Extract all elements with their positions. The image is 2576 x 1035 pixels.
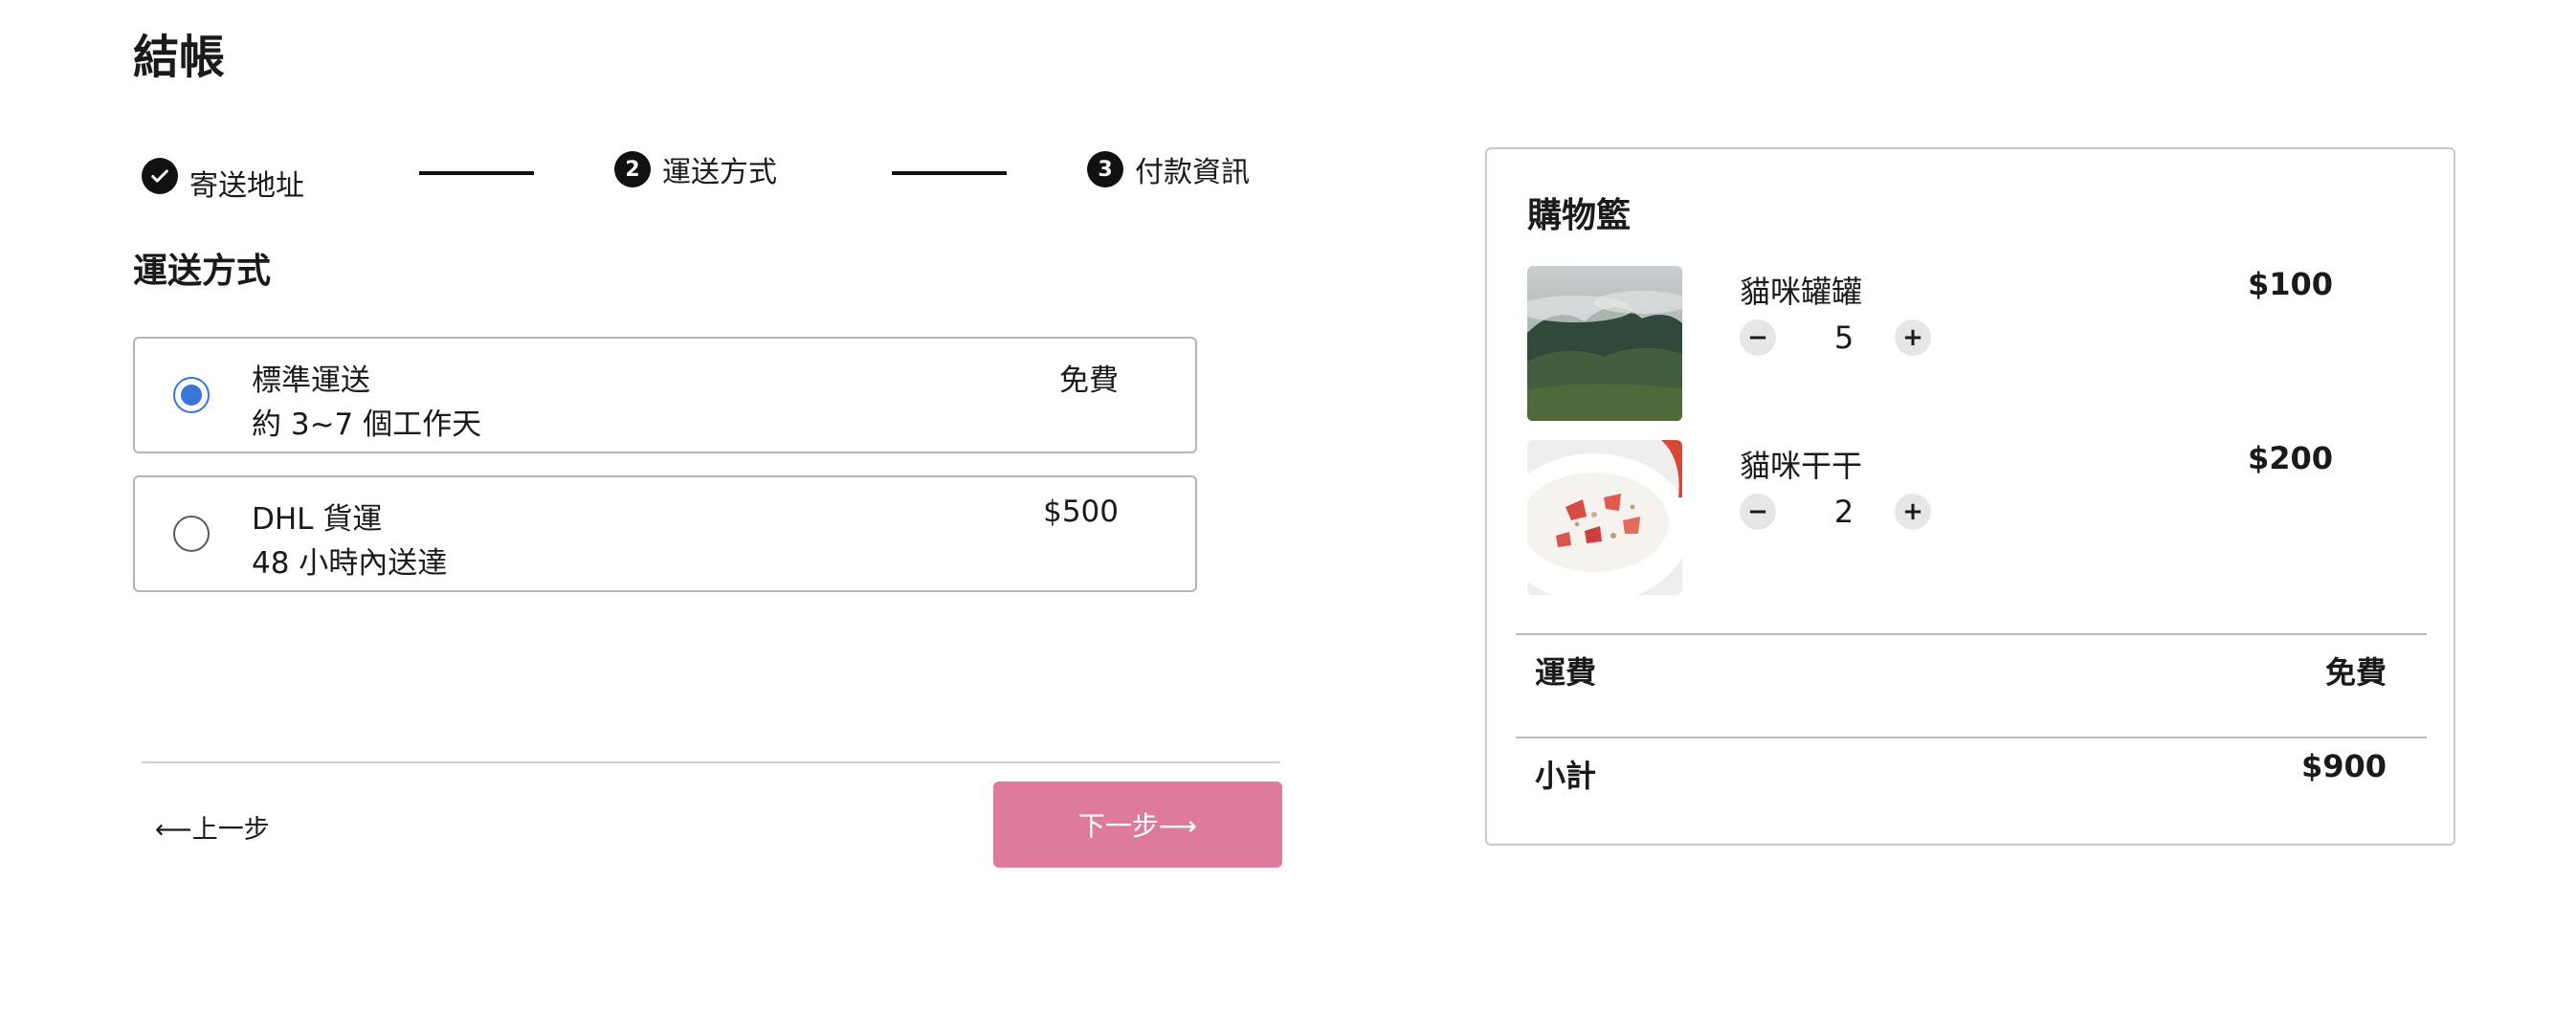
section-title: 運送方式: [133, 252, 272, 291]
back-button[interactable]: ⟵上一步: [155, 808, 270, 846]
shipping-fee-value: 免費: [2324, 654, 2387, 691]
quantity-value: 2: [1833, 494, 1854, 530]
decrease-quantity-button[interactable]: −: [1740, 494, 1776, 530]
radio-button-selected[interactable]: [173, 377, 210, 413]
increase-quantity-button[interactable]: +: [1895, 319, 1931, 356]
option-name: DHL 貨運: [252, 502, 383, 537]
step-label: 寄送地址: [189, 169, 304, 203]
page-title: 結帳: [133, 31, 226, 84]
subtotal-value: $900: [2300, 748, 2387, 784]
step-label: 運送方式: [662, 156, 777, 189]
cart-item: 貓咪罐罐 $100 − 5 +: [1527, 266, 2417, 421]
cart-item: 貓咪干干 $200 − 2 +: [1527, 440, 2417, 595]
step-payment[interactable]: 3 付款資訊: [1087, 148, 1250, 190]
checkout-stepper: 寄送地址 2 運送方式 3 付款資訊: [142, 148, 1252, 204]
cart-panel: 購物籃 貓咪罐罐 $100 − 5 + 貓咪干干 $200 − 2 + 運費 免…: [1485, 147, 2455, 846]
step-connector: [892, 171, 1007, 175]
step-number-badge: 2: [614, 151, 651, 187]
shipping-option-dhl[interactable]: DHL 貨運 48 小時內送達 $500: [133, 475, 1197, 592]
divider: [1516, 633, 2427, 635]
option-description: 約 3~7 個工作天: [252, 407, 482, 442]
item-price: $200: [2247, 440, 2333, 476]
check-icon: [142, 158, 178, 194]
subtotal-label: 小計: [1535, 758, 1597, 794]
option-description: 48 小時內送達: [252, 546, 448, 581]
radio-button[interactable]: [173, 516, 210, 552]
option-price: 免費: [1059, 363, 1119, 398]
product-image: [1527, 266, 1682, 421]
item-price: $100: [2247, 266, 2333, 302]
shipping-option-standard[interactable]: 標準運送 約 3~7 個工作天 免費: [133, 337, 1197, 453]
divider: [1516, 737, 2427, 738]
step-label: 付款資訊: [1135, 156, 1250, 189]
decrease-quantity-button[interactable]: −: [1740, 319, 1776, 356]
shipping-fee-label: 運費: [1535, 654, 1597, 691]
increase-quantity-button[interactable]: +: [1895, 494, 1931, 530]
step-number-badge: 3: [1087, 151, 1123, 187]
step-connector: [419, 171, 534, 175]
option-name: 標準運送: [252, 363, 370, 398]
item-name: 貓咪干干: [1740, 448, 1863, 484]
divider: [142, 761, 1280, 763]
step-shipping-method[interactable]: 2 運送方式: [614, 148, 777, 190]
quantity-value: 5: [1833, 319, 1854, 356]
next-button[interactable]: 下一步⟶: [993, 782, 1282, 868]
product-image: [1527, 440, 1682, 595]
cart-title: 購物籃: [1527, 196, 1632, 235]
option-price: $500: [1043, 495, 1119, 529]
item-name: 貓咪罐罐: [1740, 274, 1863, 310]
step-shipping-address[interactable]: 寄送地址: [142, 148, 304, 204]
